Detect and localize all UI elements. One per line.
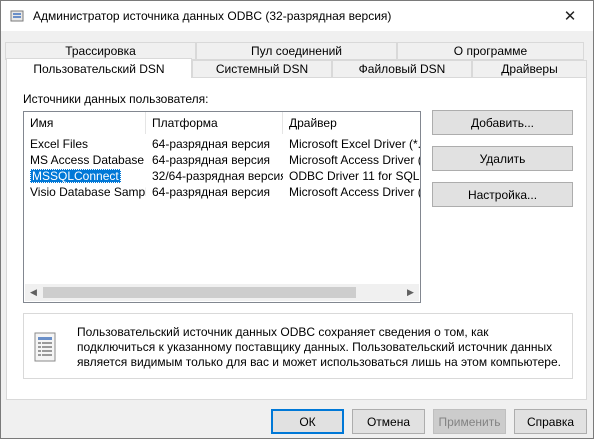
tab-label: Пользовательский DSN: [33, 61, 165, 76]
tab-label: О программе: [453, 44, 528, 58]
dsn-driver: Microsoft Excel Driver (*.xls: [289, 137, 420, 151]
table-row[interactable]: Excel Files 64-разрядная версия Microsof…: [24, 136, 420, 152]
dsn-platform: 32/64-разрядная версия: [152, 169, 283, 183]
column-header-label: Платформа: [152, 116, 218, 130]
column-header-driver[interactable]: Драйвер: [283, 112, 420, 134]
scroll-left-icon[interactable]: ◀: [25, 284, 42, 301]
help-button[interactable]: Справка: [514, 409, 587, 434]
tab-label: Драйверы: [501, 62, 558, 76]
close-button[interactable]: ✕: [547, 1, 593, 31]
cancel-button[interactable]: Отмена: [352, 409, 425, 434]
dsn-driver: ODBC Driver 11 for SQL Se: [289, 169, 420, 183]
scroll-right-icon[interactable]: ▶: [402, 284, 419, 301]
data-source-info-icon: [34, 332, 56, 362]
table-row[interactable]: MS Access Database 64-разрядная версия M…: [24, 152, 420, 168]
dsn-platform: 64-разрядная версия: [152, 185, 271, 199]
column-header-name[interactable]: Имя: [24, 112, 146, 134]
column-header-label: Драйвер: [289, 116, 337, 130]
dsn-name: MSSQLConnect: [30, 169, 121, 183]
tab-label: Пул соединений: [251, 44, 342, 58]
tab-about[interactable]: О программе: [397, 42, 584, 60]
tab-label: Системный DSN: [215, 62, 309, 76]
dsn-name: Excel Files: [30, 137, 89, 151]
window-title: Администратор источника данных ODBC (32-…: [33, 9, 392, 23]
tab-label: Трассировка: [65, 44, 136, 58]
configure-button[interactable]: Настройка...: [432, 182, 573, 207]
column-header-platform[interactable]: Платформа: [146, 112, 283, 134]
tab-drivers[interactable]: Драйверы: [472, 60, 587, 78]
configure-button-label: Настройка...: [467, 187, 538, 202]
scrollbar-thumb[interactable]: [43, 287, 356, 298]
odbc-app-icon: [10, 9, 24, 23]
listview-header: Имя Платформа Драйвер: [24, 112, 420, 134]
tab-file-dsn[interactable]: Файловый DSN: [332, 60, 472, 78]
cancel-button-label: Отмена: [366, 414, 411, 429]
tab-system-dsn[interactable]: Системный DSN: [192, 60, 332, 78]
ok-button[interactable]: ОК: [271, 409, 344, 434]
column-header-label: Имя: [30, 116, 54, 130]
ok-button-label: ОК: [299, 414, 316, 429]
dsn-name: MS Access Database: [30, 153, 145, 167]
user-data-sources-label: Источники данных пользователя:: [23, 92, 209, 106]
apply-button[interactable]: Применить: [433, 409, 506, 434]
tab-user-dsn[interactable]: Пользовательский DSN: [6, 58, 192, 78]
dsn-name: Visio Database Samples: [30, 185, 146, 199]
remove-button-label: Удалить: [479, 151, 526, 166]
remove-button[interactable]: Удалить: [432, 146, 573, 171]
dsn-platform: 64-разрядная версия: [152, 153, 271, 167]
tab-connection-pool[interactable]: Пул соединений: [196, 42, 397, 60]
dsn-driver: Microsoft Access Driver (*.m: [289, 185, 420, 199]
dsn-driver: Microsoft Access Driver (*.m: [289, 153, 420, 167]
title-bar: Администратор источника данных ODBC (32-…: [1, 1, 593, 31]
help-button-label: Справка: [526, 414, 575, 429]
apply-button-label: Применить: [438, 414, 501, 429]
info-description: Пользовательский источник данных ODBC со…: [77, 325, 561, 369]
info-box: Пользовательский источник данных ODBC со…: [23, 313, 573, 379]
horizontal-scrollbar[interactable]: ◀ ▶: [25, 284, 419, 301]
dsn-platform: 64-разрядная версия: [152, 137, 271, 151]
tab-label: Файловый DSN: [358, 62, 446, 76]
add-button[interactable]: Добавить...: [432, 110, 573, 135]
add-button-label: Добавить...: [470, 115, 535, 130]
close-icon: ✕: [563, 8, 577, 25]
table-row[interactable]: Visio Database Samples 64-разрядная верс…: [24, 184, 420, 200]
odbc-admin-window: Администратор источника данных ODBC (32-…: [0, 0, 594, 439]
user-dsn-listview[interactable]: Имя Платформа Драйвер Excel Files 64-раз…: [23, 111, 421, 303]
table-row-selected[interactable]: MSSQLConnect 32/64-разрядная версия ODBC…: [24, 168, 420, 184]
